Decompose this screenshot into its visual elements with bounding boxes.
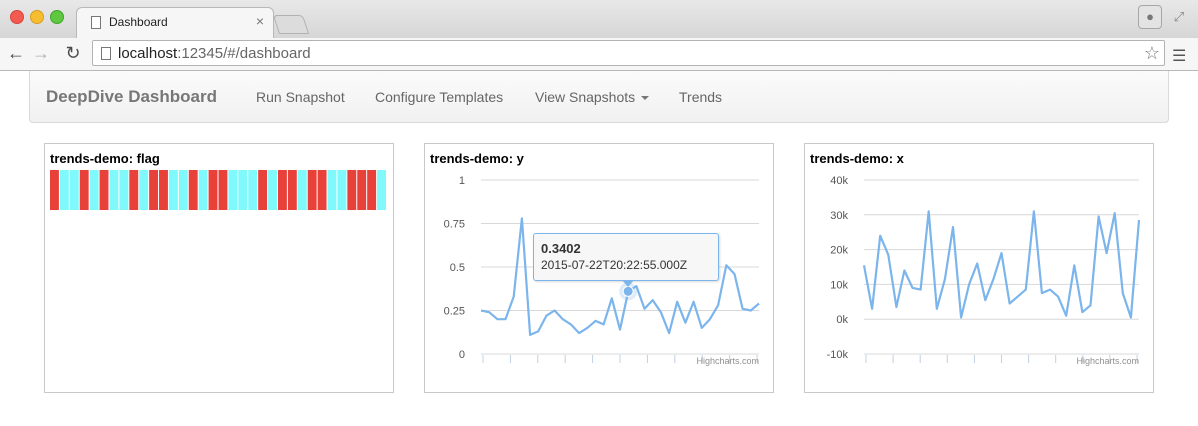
series-line [862, 210, 1141, 319]
new-tab-button[interactable] [272, 15, 310, 34]
flag-cell [238, 170, 248, 210]
flag-cell [188, 170, 198, 210]
nav-view-snapshots-label: View Snapshots [535, 89, 636, 105]
url-host: localhost [118, 45, 178, 62]
flag-cell [248, 170, 258, 210]
flag-cell [307, 170, 317, 210]
y-tick-label: 0.25 [444, 306, 465, 318]
tooltip-timestamp: 2015-07-22T20:22:55.000Z [541, 258, 688, 272]
bookmark-star-icon[interactable]: ☆ [1144, 43, 1160, 64]
minimize-window-button[interactable] [30, 10, 44, 24]
address-bar[interactable]: localhost:12345/#/dashboard ☆ [92, 40, 1165, 66]
chart-tooltip: 0.3402 2015-07-22T20:22:55.000Z [533, 233, 719, 287]
flag-cell [337, 170, 347, 210]
browser-toolbar: ← → ↻ localhost:12345/#/dashboard ☆ ☰ [0, 38, 1198, 71]
credits-label: Highcharts.com [1076, 356, 1139, 366]
flag-cell [258, 170, 268, 210]
flag-cell [99, 170, 109, 210]
flag-cell [367, 170, 377, 210]
credits-label: Highcharts.com [696, 356, 759, 366]
tooltip-value: 0.3402 [541, 241, 581, 256]
flag-cell [50, 170, 59, 210]
flag-cell [277, 170, 287, 210]
flag-cell [69, 170, 79, 210]
y-tick-label: 0 [459, 349, 465, 361]
url-text[interactable]: localhost:12345/#/dashboard [118, 45, 311, 62]
panel-x: trends-demo: x -10k 0k 10k 20k 30k 40k Highcha… [804, 143, 1154, 393]
flag-cell [129, 170, 139, 210]
y-tick-label: 30k [830, 210, 848, 222]
flag-cell [149, 170, 159, 210]
flag-cell [89, 170, 99, 210]
flag-cell [297, 170, 307, 210]
flag-cell [357, 170, 367, 210]
browser-titlebar: Dashboard × ● ⤢ [0, 0, 1198, 39]
flag-cell [119, 170, 129, 210]
nav-trends[interactable]: Trends [679, 89, 722, 105]
flag-cell [228, 170, 238, 210]
y-tick-label: 40k [830, 175, 848, 187]
panel-flag: trends-demo: flag [44, 143, 394, 393]
page-icon [91, 16, 101, 29]
y-tick-label: -10k [827, 349, 849, 361]
y-tick-label: 0k [836, 314, 848, 326]
flag-cell [139, 170, 149, 210]
tab-title: Dashboard [109, 15, 168, 29]
flag-cell [159, 170, 168, 210]
flag-cell [178, 170, 188, 210]
maximize-window-button[interactable] [50, 10, 64, 24]
y-tick-label: 0.5 [450, 262, 465, 274]
page-icon [101, 47, 111, 60]
url-path: :12345/#/dashboard [177, 45, 311, 62]
back-arrow-icon[interactable]: ← [5, 42, 27, 64]
reload-icon[interactable]: ↻ [62, 42, 84, 64]
flag-cell [59, 170, 69, 210]
flag-cell [347, 170, 357, 210]
flag-cell [317, 170, 327, 210]
highlighted-point [622, 285, 634, 297]
y-tick-label: 20k [830, 245, 848, 257]
panel-y: trends-demo: y 0 0.25 0.5 0.75 1 Highcharts.c… [424, 143, 774, 393]
flag-strip-chart [50, 170, 386, 210]
brand-link[interactable]: DeepDive Dashboard [46, 87, 217, 107]
flag-cell [218, 170, 228, 210]
flag-cell [377, 170, 386, 210]
flag-cell [168, 170, 178, 210]
tab-close-icon[interactable]: × [256, 13, 264, 29]
profile-icon[interactable]: ● [1138, 5, 1162, 29]
close-window-button[interactable] [10, 10, 24, 24]
fullscreen-icon[interactable]: ⤢ [1170, 8, 1188, 26]
y-tick-label: 1 [459, 175, 465, 187]
forward-arrow-icon[interactable]: → [30, 42, 52, 64]
nav-configure-templates[interactable]: Configure Templates [375, 89, 503, 105]
browser-tab-dashboard[interactable]: Dashboard × [76, 7, 274, 39]
flag-cell [79, 170, 89, 210]
nav-run-snapshot[interactable]: Run Snapshot [256, 89, 345, 105]
app-navbar: DeepDive Dashboard Run Snapshot Configur… [29, 71, 1169, 123]
flag-cell [109, 170, 119, 210]
caret-down-icon [641, 96, 650, 101]
flag-cell [208, 170, 218, 210]
x-line-chart[interactable]: -10k 0k 10k 20k 30k 40k Highcharts.com [805, 144, 1153, 392]
hamburger-menu-icon[interactable]: ☰ [1172, 46, 1186, 66]
y-tick-label: 10k [830, 279, 848, 291]
flag-cell [268, 170, 277, 210]
y-tick-label: 0.75 [444, 219, 465, 231]
flag-cell [327, 170, 337, 210]
nav-view-snapshots[interactable]: View Snapshots [535, 89, 650, 105]
flag-cell [198, 170, 208, 210]
flag-cell [287, 170, 297, 210]
